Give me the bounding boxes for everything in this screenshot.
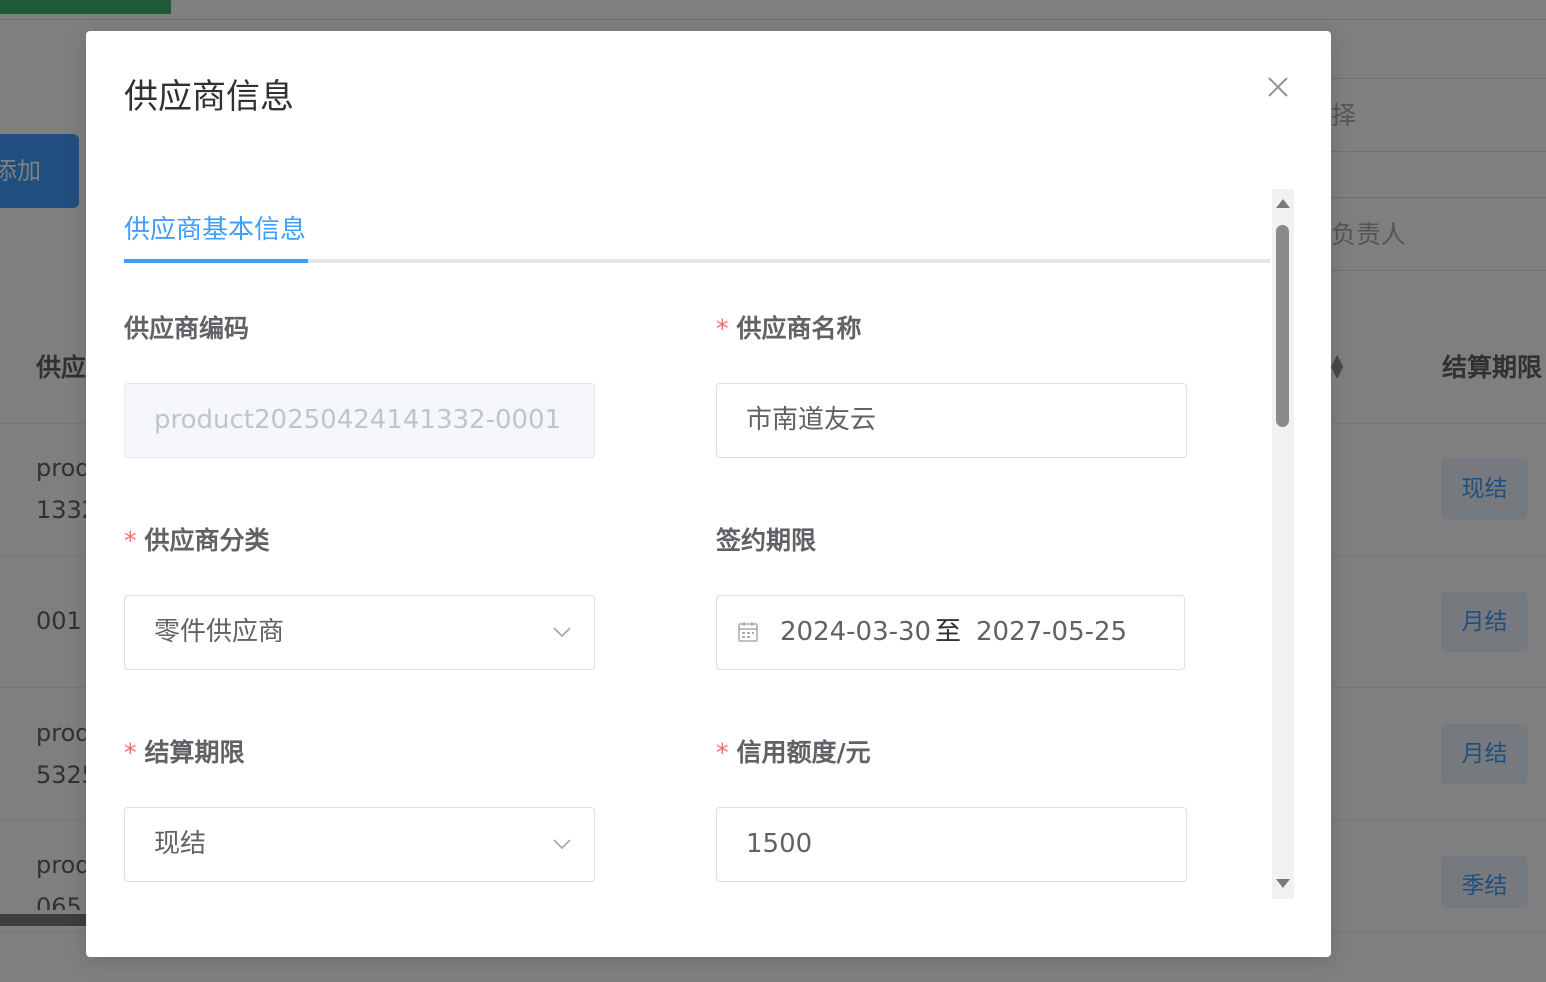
dialog-title: 供应商信息 [124,77,294,117]
scrollbar-thumb[interactable] [1276,225,1289,427]
supplier-name-input[interactable]: 市南道友云 [716,383,1187,458]
label-supplier-category: * 供应商分类 [124,526,270,555]
required-mark: * [716,314,729,343]
tab-bar: 供应商基本信息 [124,203,1270,263]
required-mark: * [124,526,137,555]
tab-active-indicator [124,259,308,263]
range-separator: 至 [935,617,962,647]
supplier-category-select[interactable]: 零件供应商 [124,595,595,670]
settlement-period-value: 现结 [154,829,207,859]
tab-basic-info[interactable]: 供应商基本信息 [124,209,306,246]
scroll-up-arrow-icon[interactable] [1276,199,1290,208]
calendar-icon [738,622,758,642]
chevron-down-icon [553,839,571,850]
required-mark: * [124,738,137,767]
label-supplier-name: * 供应商名称 [716,314,862,343]
contract-end-date[interactable]: 2027-05-25 [976,596,1127,669]
chevron-down-icon [553,627,571,638]
vertical-scrollbar[interactable] [1272,189,1294,899]
supplier-category-value: 零件供应商 [154,617,285,647]
supplier-info-dialog: 供应商信息 供应商基本信息 供应商编码 product2025042414133… [86,31,1331,957]
label-credit-limit: * 信用额度/元 [716,738,871,767]
label-contract-period: 签约期限 [716,526,817,555]
credit-limit-input[interactable]: 1500 [716,807,1187,882]
settlement-period-select[interactable]: 现结 [124,807,595,882]
label-settlement-period: * 结算期限 [124,738,245,767]
scroll-down-arrow-icon[interactable] [1276,879,1290,888]
required-mark: * [716,738,729,767]
label-supplier-code: 供应商编码 [124,314,250,343]
close-button[interactable] [1264,73,1292,101]
supplier-code-input: product20250424141332-0001 [124,383,595,458]
contract-start-date[interactable]: 2024-03-30 [780,596,931,669]
close-icon [1268,77,1288,97]
contract-period-range-picker[interactable]: 2024-03-30 至 2027-05-25 [716,595,1185,670]
